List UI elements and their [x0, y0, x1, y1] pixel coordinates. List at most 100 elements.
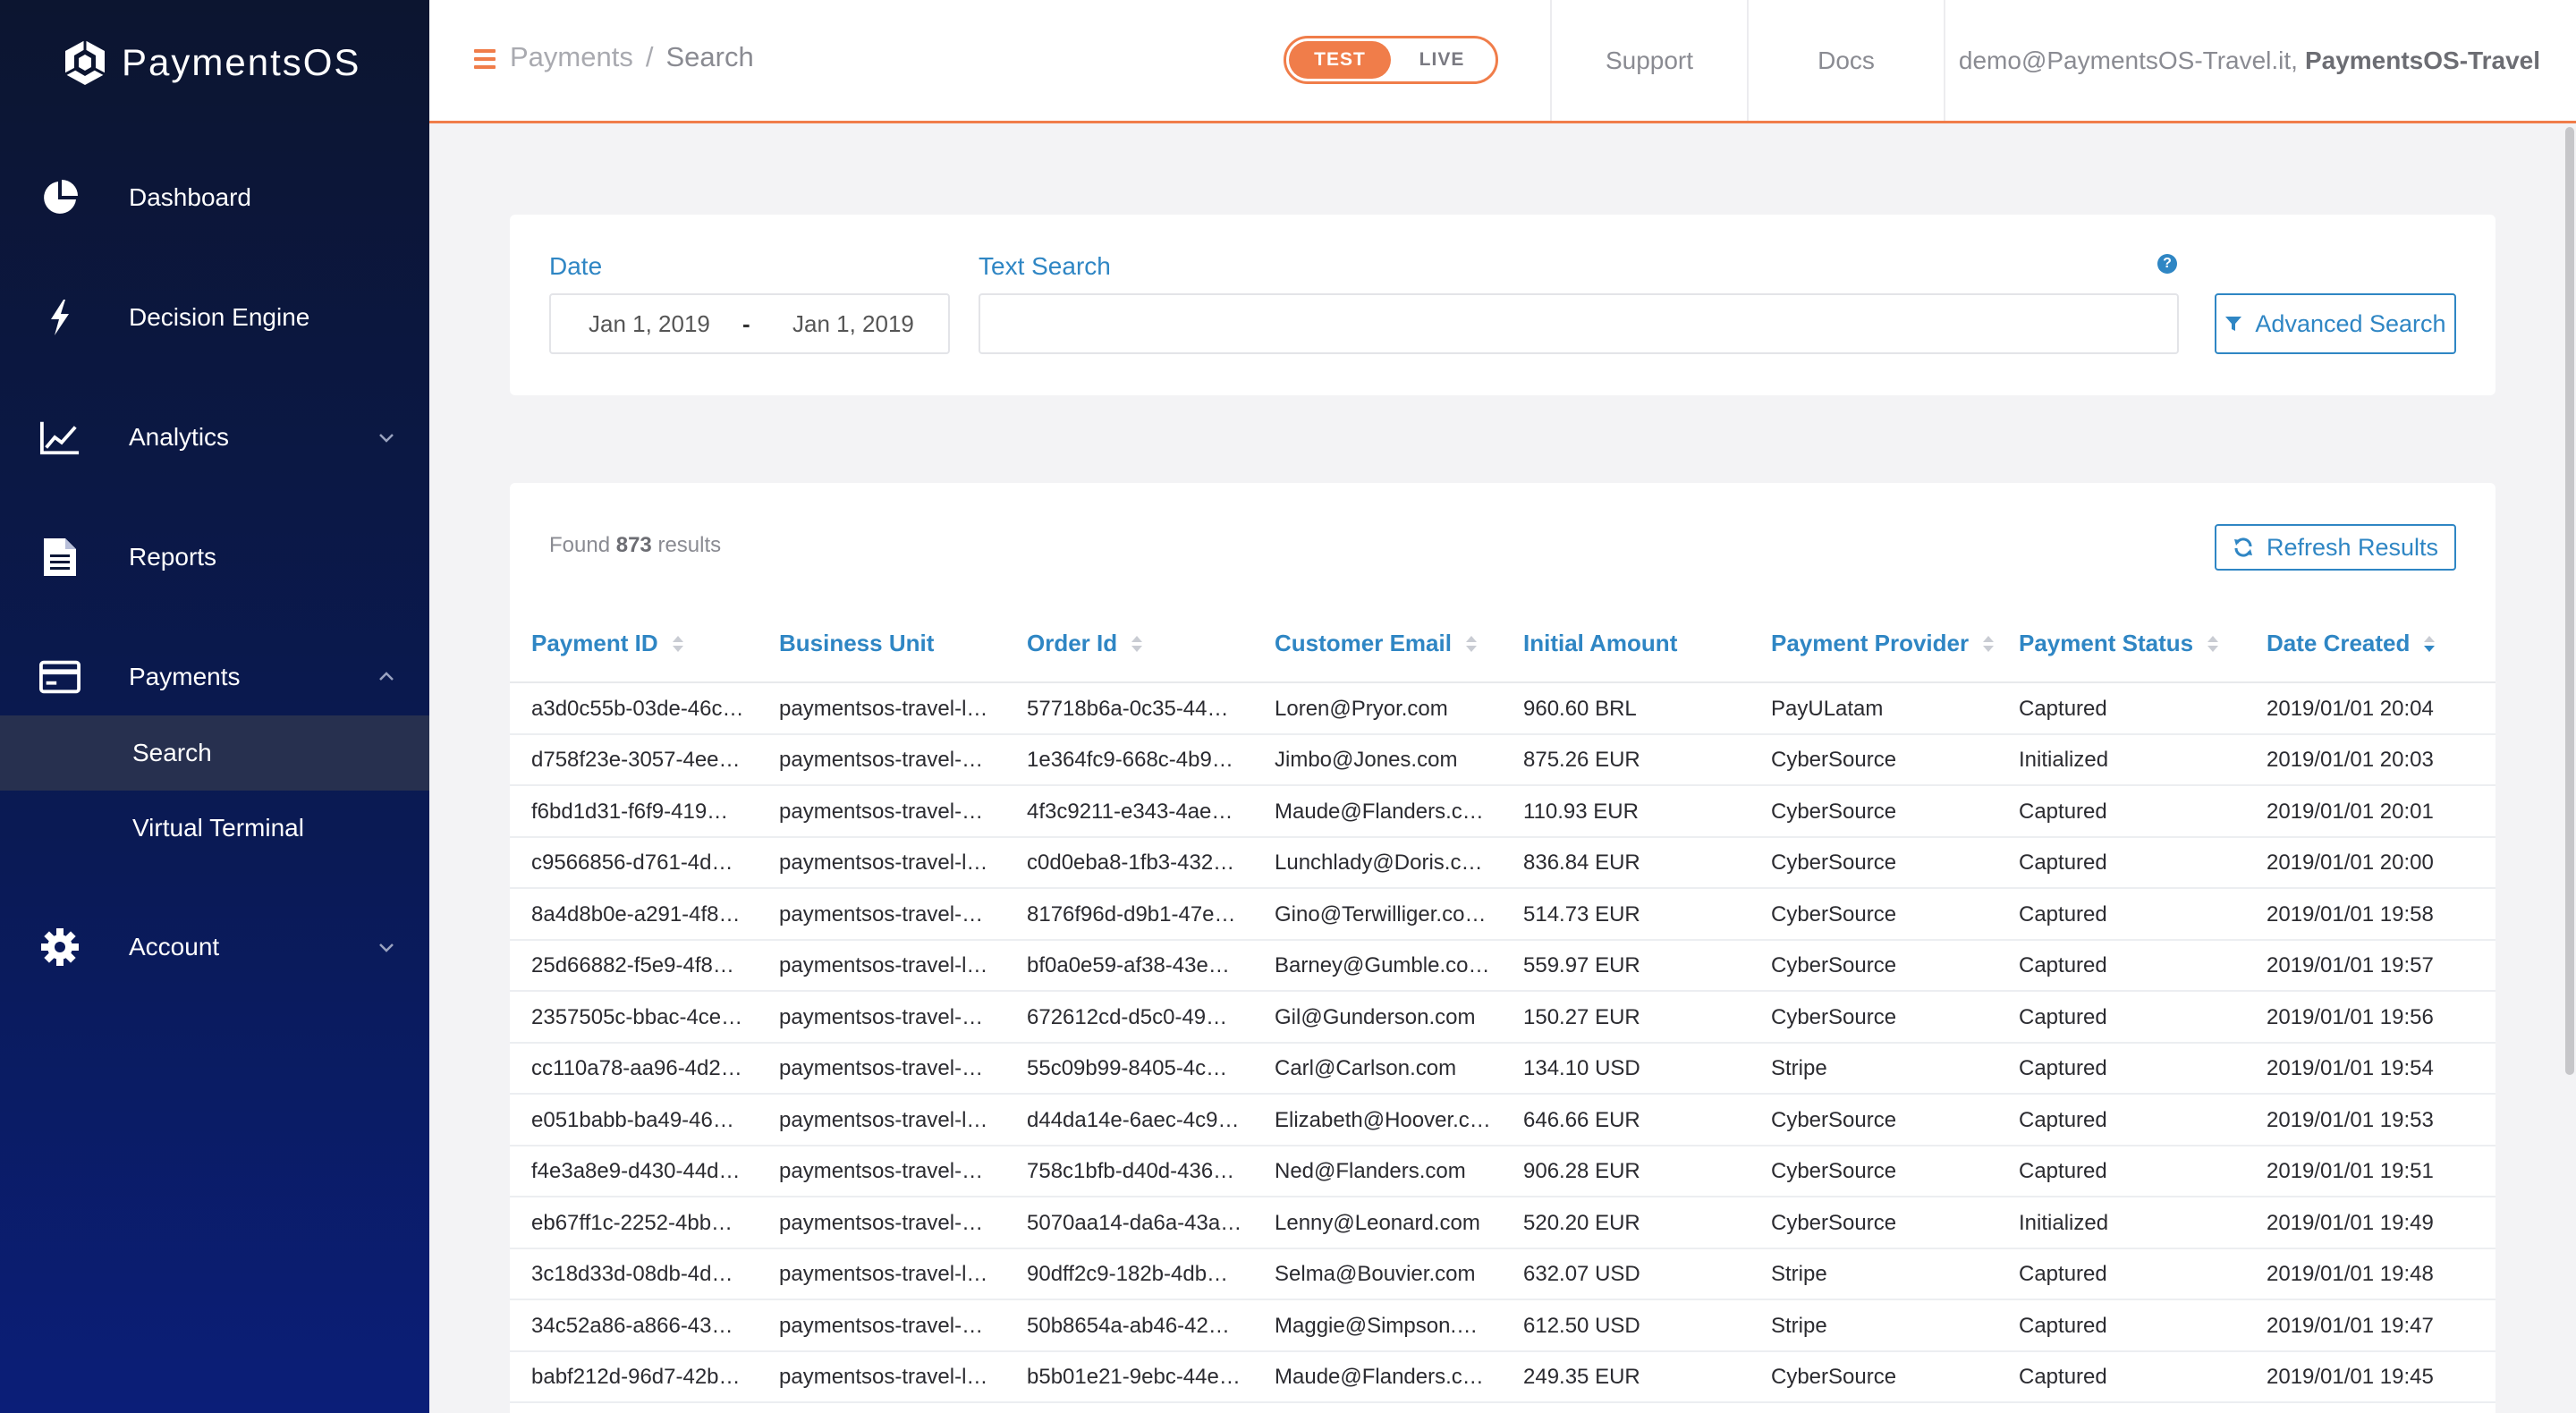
cell-payment-status: Captured	[2019, 1056, 2107, 1080]
refresh-results-button[interactable]: Refresh Results	[2215, 524, 2456, 571]
table-row[interactable]: babf212d-96d7-42b… paymentsos-travel-l… b5…	[510, 1352, 2496, 1403]
table-row[interactable]: f6bd1d31-f6f9-419… paymentsos-travel-… 4f3…	[510, 786, 2496, 838]
cell-order-id: 50b8654a-ab46-42…	[1027, 1313, 1230, 1338]
cell-payment-provider: CyberSource	[1771, 1210, 1897, 1235]
sidebar-subitem-search[interactable]: Search	[0, 715, 429, 791]
cell-business-unit: paymentsos-travel-l…	[779, 1262, 988, 1286]
advanced-search-label: Advanced Search	[2255, 309, 2446, 337]
sidebar-item-label: Analytics	[129, 423, 230, 451]
user-email: demo@PaymentsOS-Travel.it,	[1958, 46, 2298, 74]
cell-order-id: 1e364fc9-668c-4b9…	[1027, 748, 1233, 772]
cell-payment-provider: CyberSource	[1771, 1365, 1897, 1389]
cell-customer-email: Maggie@Simpson.…	[1275, 1313, 1479, 1338]
environment-toggle[interactable]: TEST LIVE	[1284, 36, 1498, 84]
sidebar-subitem-label: Search	[132, 739, 212, 766]
support-link[interactable]: Support	[1550, 0, 1747, 121]
cell-payment-id: 8a4d8b0e-a291-4f8…	[531, 901, 741, 926]
table-row[interactable]: d758f23e-3057-4ee… paymentsos-travel-… 1e3…	[510, 735, 2496, 786]
column-header-payment-status[interactable]: Payment Status	[2019, 630, 2219, 657]
toggle-test[interactable]: TEST	[1289, 41, 1391, 79]
column-header-payment-id[interactable]: Payment ID	[531, 630, 683, 657]
table-row[interactable]: 3c18d33d-08db-4d… paymentsos-travel-l… 90d…	[510, 1249, 2496, 1300]
cell-order-id: 758c1bfb-d40d-436…	[1027, 1159, 1235, 1183]
sidebar-item-decision-engine[interactable]: Decision Engine	[0, 277, 429, 358]
cell-payment-status: Captured	[2019, 1159, 2107, 1183]
cell-customer-email: Maude@Flanders.c…	[1275, 1365, 1484, 1389]
cell-payment-provider: CyberSource	[1771, 901, 1897, 926]
cell-business-unit: paymentsos-travel-l…	[779, 696, 988, 721]
column-header-initial-amount[interactable]: Initial Amount	[1523, 630, 1677, 657]
cell-payment-provider: Stripe	[1771, 1262, 1827, 1286]
table-row[interactable]: 25d66882-f5e9-4f8… paymentsos-travel-l… bf…	[510, 941, 2496, 992]
cell-customer-email: Jimbo@Jones.com	[1275, 748, 1458, 772]
cell-date-created: 2019/01/01 19:45	[2267, 1365, 2434, 1389]
advanced-search-button[interactable]: Advanced Search	[2215, 293, 2456, 354]
sidebar-subitem-virtual-terminal[interactable]: Virtual Terminal	[0, 791, 429, 866]
cell-customer-email: Ned@Flanders.com	[1275, 1159, 1466, 1183]
cell-order-id: 55c09b99-8405-4c…	[1027, 1056, 1228, 1080]
table-row[interactable]: cc110a78-aa96-4d2… paymentsos-travel-… 55c…	[510, 1044, 2496, 1095]
column-header-label: Payment Provider	[1771, 630, 1970, 656]
found-suffix: results	[657, 533, 722, 557]
cell-payment-id: a3d0c55b-03de-46c…	[531, 696, 744, 721]
table-row[interactable]: eb67ff1c-2252-4bb… paymentsos-travel-… 507…	[510, 1197, 2496, 1249]
cell-date-created: 2019/01/01 20:03	[2267, 748, 2434, 772]
column-header-date-created[interactable]: Date Created	[2267, 630, 2436, 657]
column-header-label: Order Id	[1027, 630, 1118, 656]
help-icon[interactable]: ?	[2157, 254, 2177, 274]
sort-icon[interactable]	[672, 635, 683, 652]
sidebar-item-dashboard[interactable]: Dashboard	[0, 157, 429, 238]
column-header-customer-email[interactable]: Customer Email	[1275, 630, 1477, 657]
menu-icon[interactable]	[474, 49, 496, 69]
sort-icon[interactable]	[1465, 635, 1477, 652]
cell-date-created: 2019/01/01 19:56	[2267, 1004, 2434, 1029]
cell-date-created: 2019/01/01 19:51	[2267, 1159, 2434, 1183]
refresh-icon	[2233, 537, 2252, 557]
sort-icon[interactable]	[2424, 635, 2436, 652]
cell-order-id: c0d0eba8-1fb3-432…	[1027, 850, 1235, 875]
toggle-live[interactable]: LIVE	[1391, 41, 1493, 79]
cell-order-id: 672612cd-d5c0-49…	[1027, 1004, 1228, 1029]
cell-business-unit: paymentsos-travel-…	[779, 1056, 984, 1080]
cell-order-id: b5b01e21-9ebc-44e…	[1027, 1365, 1241, 1389]
sidebar-item-analytics[interactable]: Analytics	[0, 397, 429, 478]
cell-initial-amount: 514.73 EUR	[1523, 901, 1640, 926]
cell-payment-provider: CyberSource	[1771, 1004, 1897, 1029]
table-row[interactable]: 34c52a86-a866-43… paymentsos-travel-… 50b8…	[510, 1300, 2496, 1352]
cell-date-created: 2019/01/01 20:01	[2267, 799, 2434, 824]
cell-order-id: 57718b6a-0c35-44…	[1027, 696, 1229, 721]
date-range-picker[interactable]: Jan 1, 2019 - Jan 1, 2019	[549, 293, 950, 354]
breadcrumb-payments[interactable]: Payments	[510, 41, 633, 73]
table-row[interactable]: 8a4d8b0e-a291-4f8… paymentsos-travel-… 817…	[510, 889, 2496, 941]
table-row[interactable]: e051babb-ba49-46… paymentsos-travel-l… d44…	[510, 1095, 2496, 1146]
cell-customer-email: Elizabeth@Hoover.c…	[1275, 1107, 1491, 1132]
text-search-input[interactable]	[979, 293, 2179, 354]
sidebar-item-payments[interactable]: Payments	[0, 637, 429, 717]
sort-icon[interactable]	[1131, 635, 1143, 652]
sidebar-item-account[interactable]: Account	[0, 907, 429, 987]
cell-payment-id: babf212d-96d7-42b…	[531, 1365, 741, 1389]
table-row[interactable]: c9566856-d761-4d… paymentsos-travel-l… c0d…	[510, 838, 2496, 889]
cell-business-unit: paymentsos-travel-…	[779, 1159, 984, 1183]
sort-icon[interactable]	[2207, 635, 2219, 652]
table-row[interactable]: a3d0c55b-03de-46c… paymentsos-travel-l… 57…	[510, 683, 2496, 735]
table-row[interactable]: f4e3a8e9-d430-44d… paymentsos-travel-… 758…	[510, 1146, 2496, 1197]
cell-payment-id: f6bd1d31-f6f9-419…	[531, 799, 729, 824]
table-row[interactable]: 2357505c-bbac-4ce… paymentsos-travel-… 672…	[510, 992, 2496, 1044]
scrollbar-thumb[interactable]	[2565, 127, 2574, 1075]
sidebar-item-reports[interactable]: Reports	[0, 517, 429, 597]
cell-payment-id: d758f23e-3057-4ee…	[531, 748, 741, 772]
cell-payment-status: Captured	[2019, 1262, 2107, 1286]
cell-business-unit: paymentsos-travel-l…	[779, 850, 988, 875]
cell-customer-email: Lunchlady@Doris.c…	[1275, 850, 1483, 875]
cell-initial-amount: 836.84 EUR	[1523, 850, 1640, 875]
column-header-business-unit[interactable]: Business Unit	[779, 630, 934, 657]
column-header-order-id[interactable]: Order Id	[1027, 630, 1143, 657]
cell-date-created: 2019/01/01 20:00	[2267, 850, 2434, 875]
column-header-payment-provider[interactable]: Payment Provider	[1771, 630, 1995, 657]
sort-icon[interactable]	[1983, 635, 1995, 652]
user-account[interactable]: demo@PaymentsOS-Travel.it, PaymentsOS-Tr…	[1959, 0, 2540, 121]
cell-payment-provider: CyberSource	[1771, 1107, 1897, 1132]
docs-link[interactable]: Docs	[1747, 0, 1944, 121]
logo[interactable]: PaymentsOS	[61, 36, 360, 89]
